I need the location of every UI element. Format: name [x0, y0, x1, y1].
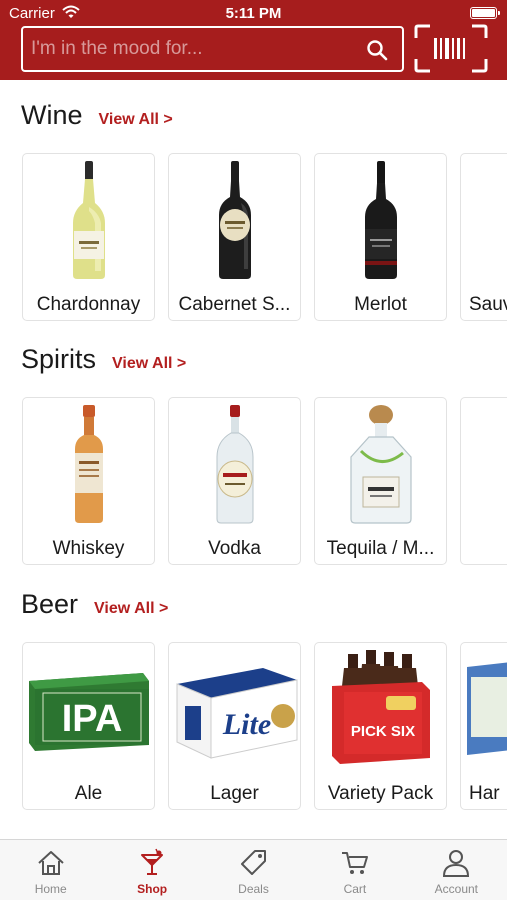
category-card[interactable]: Lite Lager	[168, 642, 301, 810]
tab-label: Cart	[343, 882, 367, 896]
category-card[interactable]: Chardonnay	[22, 153, 155, 321]
tab-label: Home	[34, 882, 67, 896]
tab-label: Deals	[238, 882, 269, 896]
category-carousel-wine[interactable]: Chardonnay Cabernet S... Merlot Sau	[22, 153, 507, 323]
search-box[interactable]	[21, 26, 404, 72]
tab-home[interactable]: Home	[0, 840, 101, 900]
tab-cart[interactable]: Cart	[304, 840, 405, 900]
section-header-spirits: Spirits View All >	[21, 344, 186, 380]
vodka-bottle-image	[169, 398, 300, 530]
category-label: Lager	[210, 783, 259, 804]
category-label: Sauv	[469, 294, 507, 315]
tag-icon	[240, 850, 266, 875]
dark-wine-bottle-image	[315, 154, 446, 286]
status-bar: Carrier 5:11 PM	[0, 0, 507, 26]
category-label: Cabernet S...	[178, 294, 291, 315]
case-art-text: Lite	[221, 708, 270, 741]
six-pack-image: PICK SIX	[315, 643, 446, 775]
category-label: Har	[469, 783, 500, 804]
category-card[interactable]: Cabernet S...	[168, 153, 301, 321]
search-input[interactable]	[31, 37, 351, 61]
category-label: Whiskey	[52, 538, 125, 559]
spirit-bottle-image	[461, 398, 507, 530]
view-all-link[interactable]: View All >	[112, 355, 186, 373]
white-wine-bottle-image	[23, 154, 154, 286]
beer-case-image	[461, 643, 507, 775]
app-header: Carrier 5:11 PM	[0, 0, 507, 80]
clock: 5:11 PM	[225, 5, 282, 22]
category-label: Vodka	[208, 538, 261, 559]
section-header-wine: Wine View All >	[21, 100, 173, 136]
tab-shop[interactable]: Shop	[101, 840, 202, 900]
category-label: Tequila / M...	[326, 538, 435, 559]
barcode-scan-icon[interactable]	[414, 24, 488, 73]
case-art-text: PICK SIX	[350, 723, 414, 740]
section-title: Beer	[21, 589, 79, 619]
ipa-case-image: IPA	[23, 643, 154, 775]
tab-account[interactable]: Account	[406, 840, 507, 900]
tab-label: Account	[434, 882, 478, 896]
battery-icon	[470, 7, 500, 19]
category-card[interactable]: Sauv	[460, 153, 507, 321]
category-label: Merlot	[354, 294, 407, 315]
category-card[interactable]: Har	[460, 642, 507, 810]
red-wine-bottle-image	[169, 154, 300, 286]
whiskey-bottle-image	[23, 398, 154, 530]
bottom-tab-bar: Home Shop Deals Cart Account	[0, 839, 507, 900]
tab-label: Shop	[137, 882, 168, 896]
category-card[interactable]: PICK SIX Variety Pack	[314, 642, 447, 810]
search-icon[interactable]	[366, 39, 388, 61]
home-icon	[38, 851, 64, 875]
lite-case-image: Lite	[169, 643, 300, 775]
wine-bottle-image	[461, 154, 507, 286]
account-icon	[443, 850, 470, 877]
section-title: Spirits	[21, 344, 97, 374]
category-card[interactable]: Whiskey	[22, 397, 155, 565]
section-title: Wine	[21, 100, 83, 130]
case-art-text: IPA	[61, 698, 122, 740]
category-card[interactable]	[460, 397, 507, 565]
category-card[interactable]: IPA Ale	[22, 642, 155, 810]
cart-icon	[341, 852, 368, 874]
category-card[interactable]: Merlot	[314, 153, 447, 321]
view-all-link[interactable]: View All >	[94, 600, 168, 618]
category-carousel-beer[interactable]: IPA Ale Lite Lager PICK SIX Variety Pack…	[22, 642, 507, 812]
category-card[interactable]: Vodka	[168, 397, 301, 565]
category-label: Ale	[74, 783, 103, 804]
section-header-beer: Beer View All >	[21, 589, 168, 625]
tab-deals[interactable]: Deals	[203, 840, 304, 900]
category-carousel-spirits[interactable]: Whiskey Vodka Tequila / M...	[22, 397, 507, 567]
category-label: Chardonnay	[36, 294, 141, 315]
view-all-link[interactable]: View All >	[99, 111, 173, 129]
cocktail-icon	[141, 848, 164, 875]
tequila-bottle-image	[315, 398, 446, 530]
category-label: Variety Pack	[327, 783, 434, 804]
category-card[interactable]: Tequila / M...	[314, 397, 447, 565]
